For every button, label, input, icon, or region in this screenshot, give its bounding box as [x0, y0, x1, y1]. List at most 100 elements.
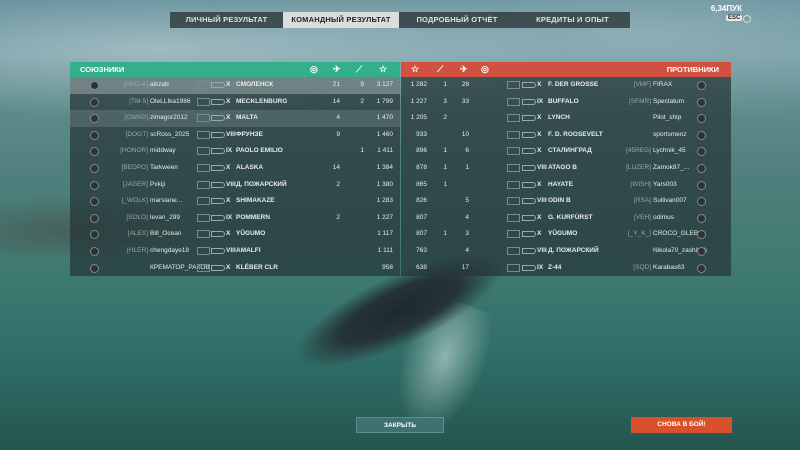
tab-3[interactable]: ПОДРОБНЫЙ ОТЧЁТ — [399, 12, 515, 28]
ally-stat-planes — [342, 160, 364, 177]
ally-row[interactable]: [_WOLK] marsiane... X SHIMAKAZE 1 283 — [70, 193, 400, 210]
enemy-stat-planes: 10 — [461, 130, 469, 138]
enemy-stat-score: 1 227 — [410, 97, 427, 105]
level-icon — [197, 130, 210, 139]
ally-ship-tier: X — [226, 230, 231, 238]
ally-ship-tier: VIII — [226, 180, 236, 188]
ally-ship-name: ФРУНЗЕ — [236, 130, 263, 138]
ship-class-icon — [211, 115, 225, 122]
enemy-stat-planes — [451, 110, 469, 127]
ally-row[interactable]: [BEDPO] Tarkween X ALASKA 14 1 384 — [70, 160, 400, 177]
ship-class-icon — [522, 231, 536, 238]
ally-clan: [ALEX] — [127, 230, 148, 238]
ship-class-icon — [211, 198, 225, 205]
enemy-clan: [SQD] — [633, 263, 651, 271]
ally-stat-planes: 9 — [360, 81, 364, 88]
enemy-stat-planes: 28 — [461, 81, 469, 88]
ship-class-icon — [211, 82, 225, 88]
ally-stat-score: 1 283 — [376, 197, 393, 205]
plane-icon: ✈ — [333, 64, 341, 74]
ship-class-icon — [522, 164, 536, 171]
enemy-clan: [RSA] — [634, 197, 651, 205]
ally-stat-kills — [318, 243, 340, 260]
esc-badge[interactable]: ESC — [726, 15, 743, 21]
ally-row[interactable]: [CWAG] zimagor2012 X MALTA 4 1 470 — [70, 110, 400, 127]
ship-class-icon — [211, 247, 225, 254]
close-button[interactable]: ЗАКРЫТЬ — [356, 417, 444, 433]
enemy-stat-planes: 5 — [465, 197, 469, 205]
ally-stat-score: 1 117 — [377, 230, 393, 238]
enemy-row[interactable]: 933 10 X F. D. ROOSEVELT sportsmenz — [401, 127, 731, 144]
enemy-stat-kills — [431, 127, 447, 144]
rank-badge-icon — [697, 163, 706, 173]
ship-class-icon — [522, 148, 536, 155]
battle-again-button[interactable]: СНОВА В БОЙ! — [631, 417, 732, 433]
enemy-row[interactable]: 638 17 IX Z-44 [SQD] Karabas63 — [401, 260, 731, 277]
ship-class-icon — [522, 98, 536, 105]
ally-ship-tier: X — [226, 163, 231, 171]
rank-badge-icon — [697, 213, 706, 223]
ship-kill-icon: ⟋ — [356, 64, 363, 74]
rank-badge-icon — [90, 147, 99, 157]
enemy-stat-planes: 6 — [465, 147, 469, 155]
enemies-title: ПРОТИВНИКИ — [666, 65, 719, 74]
ally-stat-kills: 14 — [332, 97, 340, 105]
enemy-ship-tier: X — [537, 114, 542, 122]
enemy-row[interactable]: 1 282 1 28 X F. DER GROSSE [VMF] FIRAX — [401, 77, 731, 94]
rank-badge-icon — [90, 263, 99, 273]
enemy-ship-tier: X — [537, 230, 542, 238]
enemy-row[interactable]: 763 4 VIII Д. ПОЖАРСКИЙ Nikola70_zashitnik — [401, 243, 731, 260]
rank-badge-icon — [90, 230, 99, 240]
level-icon — [507, 180, 520, 189]
ally-ship-name: MECKLENBURG — [236, 97, 288, 105]
ally-row[interactable]: [SOLO] levan_299 IX POMMERN 2 1 227 — [70, 210, 400, 227]
level-icon — [197, 180, 210, 189]
result-tabs: ЛИЧНЫЙ РЕЗУЛЬТАТ КОМАНДНЫЙ РЕЗУЛЬТАТ ПОДРО… — [170, 12, 630, 28]
ally-clan: [TM-5] — [129, 97, 148, 105]
ship-class-icon — [522, 247, 536, 254]
enemy-row[interactable]: 1 205 2 X LYNCH Pilot_ship — [401, 110, 731, 127]
level-icon — [507, 81, 520, 89]
ally-row[interactable]: [HLER] chengdaye18 VIII AMALFI 1 111 — [70, 243, 400, 260]
enemy-row[interactable]: 826 5 VIII ODIN B [RSA] Sullivan007 — [401, 193, 731, 210]
allies-header: СОЮЗНИКИ ◎ ✈ ⟋ ☆ — [70, 62, 400, 77]
enemy-row[interactable]: 1 227 3 33 IX BUFFALO [SFMR] Spectatum — [401, 94, 731, 111]
enemy-row[interactable]: 865 1 X HAYATE [WISH] Yars003 — [401, 177, 731, 194]
enemy-stat-planes: 1 — [465, 163, 469, 171]
ally-row[interactable]: [JAGER] Pxkiji VIII Д. ПОЖАРСКИЙ 2 1 380 — [70, 177, 400, 194]
level-icon — [507, 246, 520, 255]
ally-row[interactable]: [ALEX] Bill_Ocean X YŪGUMO 1 117 — [70, 226, 400, 243]
ally-stat-score: 1 460 — [376, 130, 393, 138]
tab-2[interactable]: КОМАНДНЫЙ РЕЗУЛЬТАТ — [283, 12, 399, 28]
allies-list: [NEO-A] alxzab X СМОЛЕНСК 21 9 3 127 [TM-5] OleL… — [70, 77, 400, 276]
ship-class-icon — [211, 231, 225, 238]
ally-stat-planes — [342, 127, 364, 144]
enemy-row[interactable]: 807 4 X G. KURFÜRST [VEH] odimus — [401, 210, 731, 227]
enemy-ship-tier: X — [537, 130, 542, 138]
ally-stat-kills: 14 — [332, 163, 340, 171]
medal-icon: ◎ — [481, 64, 489, 74]
ally-row[interactable]: [HONOR] middway IX PAOLO EMILIO 1 1 411 — [70, 143, 400, 160]
ally-row[interactable]: [DOGT] scRoss_2025 VIII ФРУНЗЕ 9 1 460 — [70, 127, 400, 144]
ally-ship-name: ALASKA — [236, 163, 264, 171]
ally-row[interactable]: КРЕМАТОР_РАКОВ X KLÉBER CLR 958 — [70, 260, 400, 277]
close-icon[interactable] — [743, 15, 751, 23]
ally-stat-planes — [342, 243, 364, 260]
level-icon — [197, 97, 210, 106]
ally-stat-kills — [318, 193, 340, 210]
ship-class-icon — [522, 181, 536, 188]
enemy-row[interactable]: 896 1 6 X СТАЛИНГРАД [45REG] Lychnik_45 — [401, 143, 731, 160]
enemy-ship-tier: IX — [537, 97, 544, 105]
tab-1[interactable]: ЛИЧНЫЙ РЕЗУЛЬТАТ — [170, 12, 283, 28]
enemy-stat-score: 763 — [416, 246, 427, 254]
ship-class-icon — [211, 214, 225, 221]
ally-stat-score: 1 470 — [376, 114, 393, 122]
ally-row[interactable]: [NEO-A] alxzab X СМОЛЕНСК 21 9 3 127 — [70, 77, 400, 94]
enemy-row[interactable]: 878 1 1 VIII ATAGO B [LUZER] Zamok87_... — [401, 160, 731, 177]
enemy-row[interactable]: 807 1 3 X YŪGUMO [_Y_K_] CROCO_GLEB — [401, 226, 731, 243]
ally-stat-kills: 9 — [336, 130, 340, 138]
ally-row[interactable]: [TM-5] OleLLIka1986 X MECKLENBURG 14 2 1 799 — [70, 94, 400, 111]
tab-4[interactable]: КРЕДИТЫ И ОПЫТ — [515, 12, 630, 28]
ally-ship-name: YŪGUMO — [236, 230, 266, 238]
ally-stat-score: 1 227 — [376, 213, 393, 221]
